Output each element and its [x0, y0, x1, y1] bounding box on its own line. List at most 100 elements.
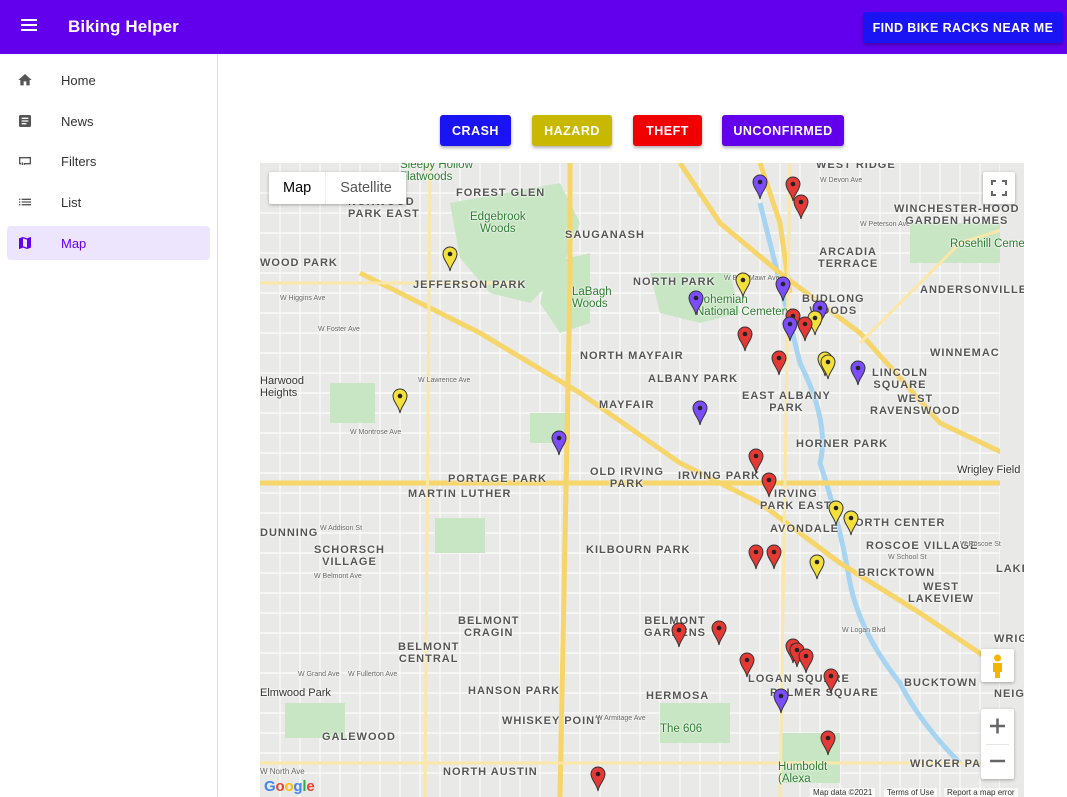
hazard-marker[interactable] [843, 510, 859, 536]
unconfirmed-marker[interactable] [773, 688, 789, 714]
pegman-icon [993, 654, 1002, 678]
theft-marker[interactable] [797, 316, 813, 342]
app-title: Biking Helper [68, 17, 179, 36]
street-view-pegman[interactable] [981, 649, 1014, 682]
hazard-filter-button[interactable]: HAZARD [532, 115, 612, 146]
fullscreen-icon [991, 180, 1007, 196]
street-label: W Foster Ave [318, 326, 360, 333]
theft-marker[interactable] [793, 194, 809, 220]
area-label: HANSON PARK [468, 685, 561, 697]
street-label: W Logan Blvd [842, 627, 886, 634]
area-label: DUNNING [260, 527, 319, 539]
unconfirmed-marker[interactable] [688, 290, 704, 316]
area-label: Wrigley Field [957, 464, 1021, 476]
theft-marker[interactable] [737, 326, 753, 352]
area-label: ALBANY PARK [648, 373, 739, 385]
hazard-marker[interactable] [442, 246, 458, 272]
unconfirmed-marker[interactable] [752, 174, 768, 200]
zoom-out-button[interactable] [981, 744, 1014, 779]
theft-marker[interactable] [761, 472, 777, 498]
map-pin-icon [823, 668, 839, 694]
news-icon [19, 115, 31, 127]
map-icon [19, 237, 31, 249]
map-pin-icon [735, 272, 751, 298]
theft-filter-button[interactable]: THEFT [633, 115, 702, 146]
area-label: Rosehill Ceme [950, 238, 1024, 250]
sidebar-item-filters[interactable]: Filters [7, 144, 210, 178]
map-view[interactable]: FOREST GLEN Edgebrook Woods SAUGANASH Sl… [260, 163, 1024, 797]
minus-icon [990, 759, 1005, 763]
area-label: Humboldt (Alexa [778, 761, 828, 785]
street-label: W Bryn Mawr Ave [724, 275, 780, 282]
theft-marker[interactable] [766, 544, 782, 570]
area-label: WRIGH [994, 633, 1024, 645]
find-bike-racks-button[interactable]: FIND BIKE RACKS NEAR ME [863, 12, 1063, 43]
map-pin-icon [392, 388, 408, 414]
unconfirmed-marker[interactable] [850, 360, 866, 386]
hazard-marker[interactable] [735, 272, 751, 298]
menu-icon[interactable] [18, 16, 42, 38]
theft-marker[interactable] [823, 668, 839, 694]
map-pin-icon [748, 544, 764, 570]
street-label: W Armitage Ave [596, 715, 646, 722]
map-data-attribution: Map data ©2021 [810, 788, 876, 797]
map-type-control: Map Satellite [269, 172, 406, 204]
map-pin-icon [809, 554, 825, 580]
terms-of-use-link[interactable]: Terms of Use [884, 788, 938, 797]
area-label: NORTH CENTER [846, 517, 946, 529]
unconfirmed-filter-button[interactable]: UNCONFIRMED [722, 115, 844, 146]
area-label: LAKE [996, 563, 1024, 575]
plus-icon [990, 718, 1005, 734]
unconfirmed-marker[interactable] [692, 400, 708, 426]
map-pin-icon [771, 350, 787, 376]
map-pin-icon [820, 730, 836, 756]
area-label: BRICKTOWN [858, 567, 936, 579]
area-label: HERMOSA [646, 690, 710, 702]
area-label: SCHORSCH VILLAGE [314, 544, 385, 568]
hazard-marker[interactable] [828, 500, 844, 526]
theft-marker[interactable] [711, 620, 727, 646]
hazard-marker[interactable] [820, 354, 836, 380]
area-label: LaBagh Woods [572, 286, 612, 310]
sidebar-item-map[interactable]: Map [7, 226, 210, 260]
area-label: PORTAGE PARK [448, 473, 547, 485]
map-pin-icon [775, 276, 791, 302]
theft-marker[interactable] [748, 448, 764, 474]
fullscreen-button[interactable] [983, 172, 1015, 204]
report-map-error-link[interactable]: Report a map error [944, 788, 1018, 797]
unconfirmed-marker[interactable] [775, 276, 791, 302]
area-label: BUCKTOWN [904, 677, 978, 689]
map-pin-icon [782, 316, 798, 342]
area-label: HORNER PARK [796, 438, 889, 450]
unconfirmed-marker[interactable] [782, 316, 798, 342]
theft-marker[interactable] [771, 350, 787, 376]
map-pin-icon [711, 620, 727, 646]
area-label: KILBOURN PARK [586, 544, 691, 556]
sidebar-item-label: News [61, 114, 94, 129]
sidebar-item-news[interactable]: News [7, 104, 210, 138]
street-label: W School St [888, 554, 927, 561]
theft-marker[interactable] [798, 648, 814, 674]
map-pin-icon [688, 290, 704, 316]
theft-marker[interactable] [590, 766, 606, 792]
map-type-satellite-button[interactable]: Satellite [325, 172, 406, 204]
map-pin-icon [761, 472, 777, 498]
theft-marker[interactable] [671, 622, 687, 648]
sidebar-item-home[interactable]: Home [7, 63, 210, 97]
theft-marker[interactable] [739, 652, 755, 678]
map-type-map-button[interactable]: Map [269, 172, 325, 204]
theft-marker[interactable] [748, 544, 764, 570]
zoom-in-button[interactable] [981, 709, 1014, 744]
area-label: EAST ALBANY PARK [742, 390, 831, 414]
map-pin-icon [798, 648, 814, 674]
unconfirmed-marker[interactable] [551, 430, 567, 456]
hazard-marker[interactable] [809, 554, 825, 580]
home-icon [18, 74, 32, 86]
sidebar-item-label: Filters [61, 154, 97, 169]
list-icon [19, 198, 31, 206]
crash-filter-button[interactable]: CRASH [440, 115, 511, 146]
google-logo: Google [264, 778, 315, 795]
sidebar-item-list[interactable]: List [7, 185, 210, 219]
theft-marker[interactable] [820, 730, 836, 756]
hazard-marker[interactable] [392, 388, 408, 414]
